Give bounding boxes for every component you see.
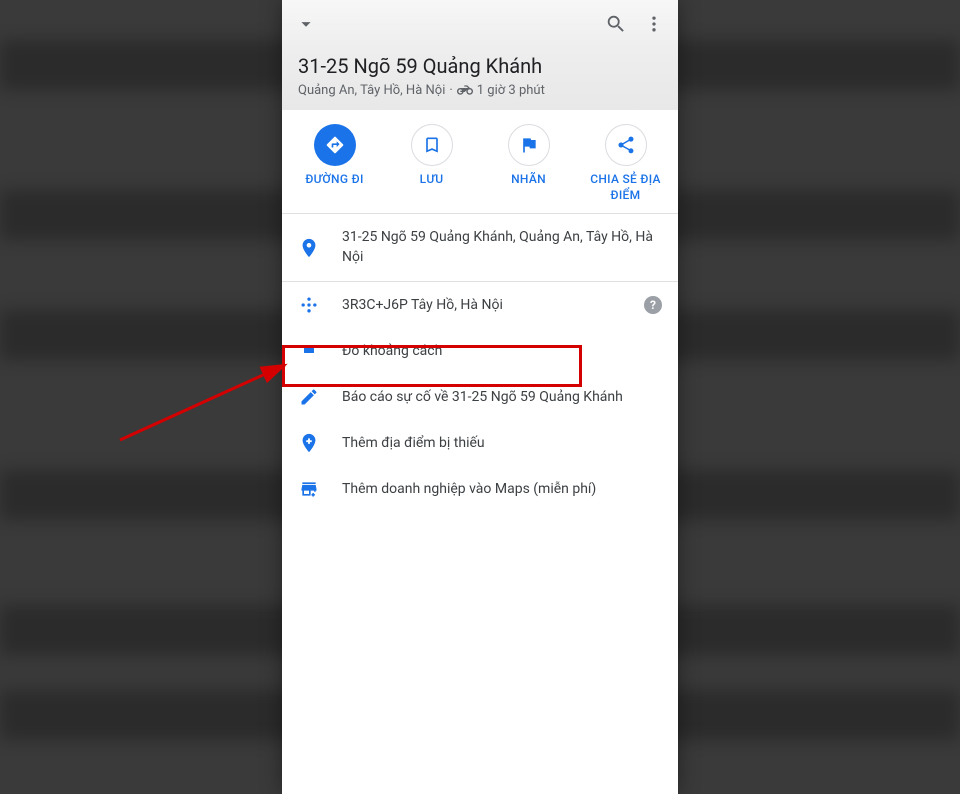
label-label: NHÃN <box>511 172 546 188</box>
search-icon[interactable] <box>604 12 628 36</box>
address-row[interactable]: 31-25 Ngõ 59 Quảng Khánh, Quảng An, Tây … <box>282 214 678 281</box>
flag-icon <box>508 124 550 166</box>
report-text: Báo cáo sự cố về 31-25 Ngõ 59 Quảng Khán… <box>342 388 662 408</box>
add-business-row[interactable]: Thêm doanh nghiệp vào Maps (miễn phí) <box>282 466 678 512</box>
place-title: 31-25 Ngõ 59 Quảng Khánh <box>298 48 662 78</box>
pluscode-text: 3R3C+J6P Tây Hồ, Hà Nội <box>342 296 622 316</box>
place-subtitle: Quảng An, Tây Hồ, Hà Nội · 1 giờ 3 phút <box>298 82 662 98</box>
collapse-icon[interactable] <box>294 12 318 36</box>
measure-distance-row[interactable]: Đo khoảng cách <box>282 328 678 374</box>
missing-text: Thêm địa điểm bị thiếu <box>342 434 662 454</box>
share-label: CHIA SẺ ĐỊA ĐIỂM <box>586 172 666 203</box>
address-text: 31-25 Ngõ 59 Quảng Khánh, Quảng An, Tây … <box>342 228 662 267</box>
business-text: Thêm doanh nghiệp vào Maps (miễn phí) <box>342 480 662 500</box>
top-bar <box>282 0 678 48</box>
save-label: LƯU <box>420 172 444 188</box>
place-sheet: 31-25 Ngõ 59 Quảng Khánh Quảng An, Tây H… <box>282 0 678 794</box>
pluscode-row[interactable]: 3R3C+J6P Tây Hồ, Hà Nội ? <box>282 282 678 328</box>
action-row: ĐƯỜNG ĐI LƯU NHÃN CHIA SẺ ĐỊA ĐIỂM <box>282 110 678 213</box>
pencil-icon <box>298 386 320 408</box>
share-icon <box>605 124 647 166</box>
motorcycle-icon <box>457 82 473 98</box>
measure-text: Đo khoảng cách <box>342 342 662 362</box>
place-header: 31-25 Ngõ 59 Quảng Khánh Quảng An, Tây H… <box>282 48 678 110</box>
pin-icon <box>298 237 320 259</box>
add-missing-place-row[interactable]: Thêm địa điểm bị thiếu <box>282 420 678 466</box>
share-button[interactable]: CHIA SẺ ĐỊA ĐIỂM <box>586 124 666 203</box>
save-button[interactable]: LƯU <box>392 124 472 203</box>
report-row[interactable]: Báo cáo sự cố về 31-25 Ngõ 59 Quảng Khán… <box>282 374 678 420</box>
pluscode-icon <box>298 294 320 316</box>
subtitle-separator: · <box>449 83 452 98</box>
ruler-icon <box>298 340 320 362</box>
directions-icon <box>314 124 356 166</box>
more-icon[interactable] <box>642 12 666 36</box>
help-icon[interactable]: ? <box>644 296 662 314</box>
store-icon <box>298 478 320 500</box>
directions-label: ĐƯỜNG ĐI <box>305 172 363 188</box>
directions-button[interactable]: ĐƯỜNG ĐI <box>295 124 375 203</box>
add-location-icon <box>298 432 320 454</box>
subtitle-eta: 1 giờ 3 phút <box>477 83 545 98</box>
label-button[interactable]: NHÃN <box>489 124 569 203</box>
bookmark-icon <box>411 124 453 166</box>
subtitle-location: Quảng An, Tây Hồ, Hà Nội <box>298 83 445 98</box>
